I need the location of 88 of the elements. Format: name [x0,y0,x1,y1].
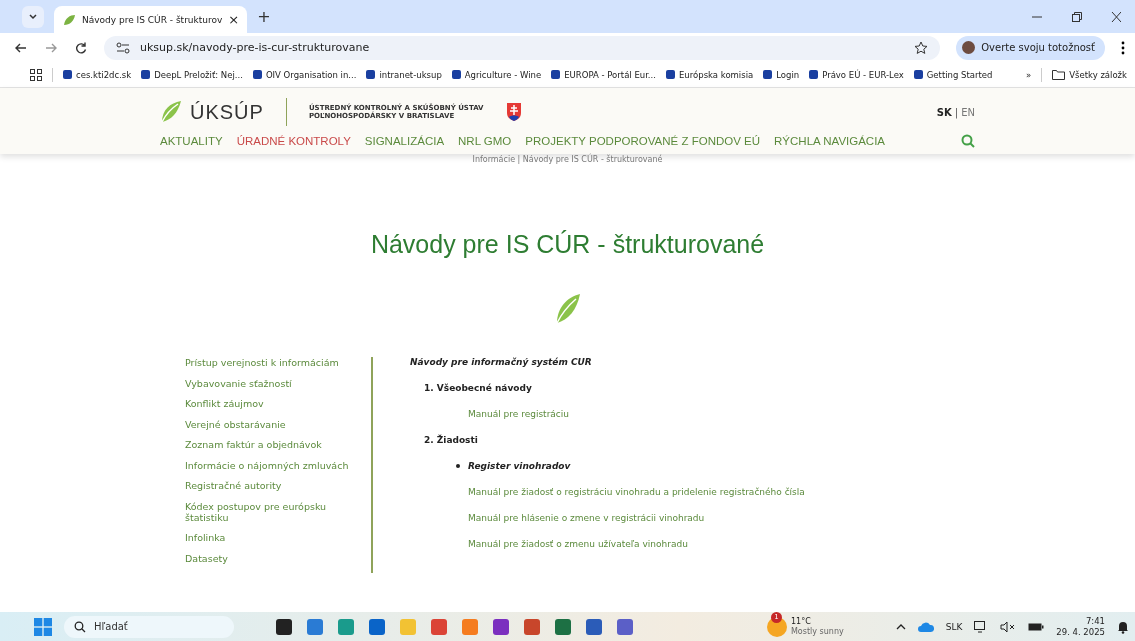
sidebar-link[interactable]: Registračné autority [185,480,371,491]
manual-link[interactable]: Manuál pre registráciu [468,409,570,419]
taskbar-search[interactable]: Hľadať [64,615,234,638]
language-separator: | [954,106,959,118]
sidebar-link[interactable]: Kódex postupov pre európsku štatistiku [185,500,371,523]
temperature: 11°C [790,616,812,627]
sidebar-link[interactable]: Infolinka [185,532,371,543]
sidebar-link[interactable]: Informácie o nájomných zmluvách [185,459,371,471]
bullet-icon [456,464,460,468]
bell-icon[interactable] [1117,619,1129,634]
menu-icon[interactable] [1121,40,1125,55]
weather-condition: Mostly sunny [790,626,844,637]
bookmark-item[interactable]: Getting Started [913,69,993,80]
coat-of-arms-icon [505,102,522,122]
bookmark-icon [63,70,72,79]
bookmark-icon [366,70,376,79]
search-icon[interactable] [961,134,975,148]
nav-link[interactable]: PROJEKTY PODPOROVANÉ Z FONDOV EÚ [525,135,761,147]
bookmark-item[interactable]: Agriculture - Wine [451,69,542,80]
close-tab-button[interactable]: × [228,12,240,27]
bookmark-item[interactable]: intranet-uksup [366,69,442,80]
keyboard-language[interactable]: SLK [945,621,963,632]
bookmark-icon [141,70,151,79]
bookmark-item[interactable]: Európska komisia [666,69,754,80]
avatar-icon [962,41,976,54]
sidebar-link[interactable]: Zoznam faktúr a objednávok [185,439,371,450]
bookmark-icon [809,70,819,79]
browser-tab[interactable]: Návody pre IS CÚR - štrukturov × [54,6,248,33]
windows-start-icon[interactable] [34,617,52,636]
chevron-up-icon[interactable] [895,622,906,631]
cloud-icon[interactable] [917,621,934,632]
language-link[interactable]: EN [961,106,975,118]
nav-link[interactable]: SIGNALIZÁCIA [364,135,445,147]
sidebar-link[interactable]: Prístup verejnosti k informáciám [185,357,371,368]
site-settings-icon[interactable] [116,41,130,54]
page-title: Návody pre IS CÚR - štrukturované [369,230,766,259]
restore-icon[interactable] [1071,10,1083,23]
apps-grid-icon[interactable] [30,68,42,81]
profile-button[interactable]: Overte svoju totožnosť [956,35,1105,60]
address-bar[interactable]: uksup.sk/navody-pre-is-cur-strukturovane [104,35,941,60]
sidebar-link[interactable]: Datasety [185,552,371,564]
battery-icon[interactable] [1028,621,1045,632]
logo-text[interactable]: ÚKSÚP [190,100,264,124]
clock-date: 29. 4. 2025 [1056,626,1105,638]
all-bookmarks-button[interactable]: Všetky záložk [1052,69,1127,80]
leaf-icon [62,12,76,27]
bookmark-item[interactable]: Právo EÚ - EUR-Lex [809,69,904,80]
more-bookmarks-button[interactable]: » [1026,69,1032,80]
leaf-icon [554,293,581,325]
reload-icon[interactable] [74,40,88,55]
nav-link[interactable]: ÚRADNÉ KONTROLY [236,135,351,147]
tab-list-button[interactable] [22,5,44,28]
sidebar-link[interactable]: Konflikt záujmov [185,398,371,409]
manual-link[interactable]: Manuál pre hlásenie o zmene v registrácii vinohradu [468,513,705,523]
bookmark-icon [252,70,262,79]
bookmark-item[interactable]: DeepL Preložiť: Nej... [141,69,243,80]
breadcrumb: Informácie | Návody pre IS CÚR - štrukturované [471,155,664,164]
search-icon [74,620,86,633]
bookmark-item[interactable]: OIV Organisation in... [252,69,357,80]
sidebar-link[interactable]: Vybavovanie sťažností [185,377,371,389]
manual-link[interactable]: Manuál pre žiadosť o zmenu užívateľa vinohradu [468,539,688,549]
bookmark-icon [763,70,773,79]
tab-title: Návody pre IS CÚR - štrukturov [82,14,223,25]
bookmark-item[interactable]: ces.kti2dc.sk [63,69,132,80]
sidebar-link[interactable]: Verejné obstarávanie [185,418,371,430]
new-tab-button[interactable]: + [257,7,271,26]
section-heading: 1. Všeobecné návody [423,383,533,393]
nav-link[interactable]: AKTUALITY [160,135,223,147]
muted-speaker-icon[interactable] [1000,620,1017,633]
bookmark-item[interactable]: EUROPA - Portál Eur... [551,69,656,80]
leaf-logo-icon [160,100,182,124]
bookmark-item[interactable]: Login [763,69,800,80]
content-heading: Návody pre informačný systém CUR [410,357,593,367]
url-text: uksup.sk/navody-pre-is-cur-strukturovane [140,41,370,54]
nav-link[interactable]: RÝCHLA NAVIGÁCIA [774,135,886,147]
bookmark-icon [913,70,923,79]
section-heading: 2. Žiadosti [423,435,479,445]
clock-time: 7:41 [1085,615,1105,627]
bookmark-icon [551,70,561,79]
bookmark-icon [451,70,461,79]
subsection-heading: Register vinohradov [468,461,571,471]
chevron-icon [28,11,38,22]
nav-link[interactable]: NRL GMO [458,135,512,147]
bookmark-icon [666,70,675,79]
manual-link[interactable]: Manuál pre žiadosť o registráciu vinohradu a pridelenie registračného čísla [468,487,805,497]
language-link[interactable]: SK [936,106,952,118]
close-icon[interactable] [1111,10,1121,23]
star-icon[interactable] [914,40,929,55]
